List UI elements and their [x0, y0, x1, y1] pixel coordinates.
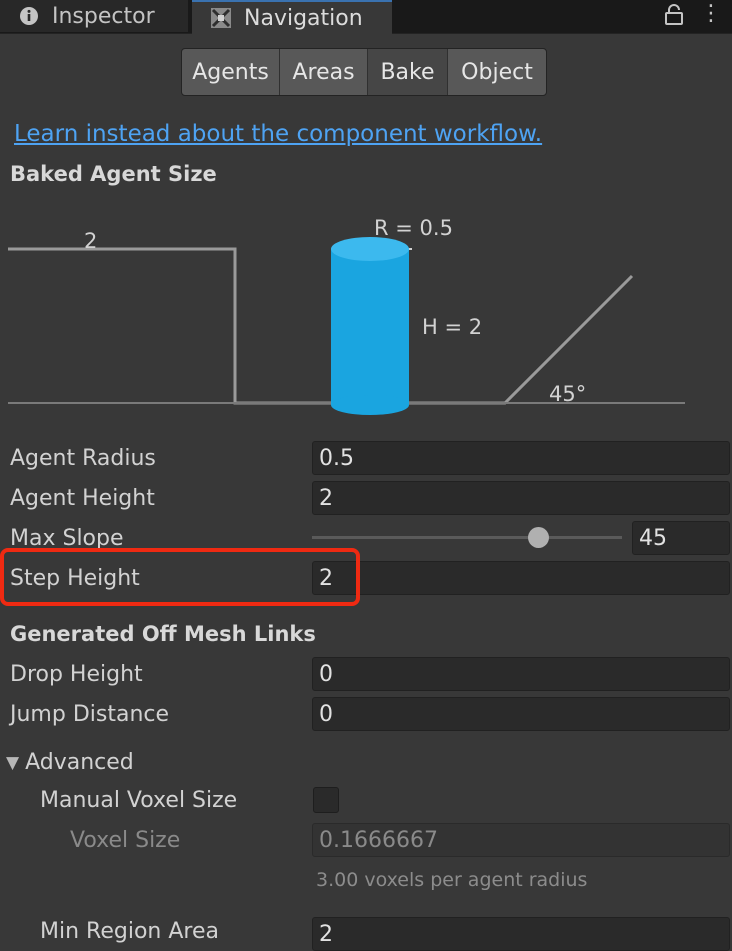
agent-size-diagram: 2 R = 0.5 H = 2 45° — [8, 216, 685, 415]
foldout-arrow-icon: ▼ — [6, 752, 20, 773]
max-slope-slider-thumb[interactable] — [528, 527, 549, 548]
step-size-label: 2 — [84, 229, 97, 253]
tab-object[interactable]: Object — [448, 49, 546, 95]
baked-agent-size-heading: Baked Agent Size — [10, 162, 217, 186]
advanced-label: Advanced — [25, 750, 134, 775]
manual-voxel-size-label: Manual Voxel Size — [40, 788, 238, 813]
agent-height-field[interactable]: 2 — [312, 481, 730, 515]
agent-radius-field[interactable]: 0.5 — [312, 441, 730, 475]
agent-radius-label: Agent Radius — [10, 446, 156, 471]
ground-profile — [8, 247, 634, 405]
min-region-area-field[interactable]: 2 — [312, 917, 730, 951]
voxel-hint: 3.00 voxels per agent radius — [316, 869, 588, 891]
tab-inspector[interactable]: Inspector — [0, 0, 188, 32]
lock-icon[interactable] — [664, 4, 684, 31]
advanced-foldout[interactable]: ▼ Advanced — [6, 750, 134, 775]
max-slope-slider-track[interactable] — [312, 536, 622, 539]
tab-bake[interactable]: Bake — [368, 49, 448, 95]
slope-label: 45° — [549, 382, 586, 406]
kebab-menu-icon[interactable]: ⋮ — [700, 1, 722, 26]
navigation-icon — [210, 7, 232, 29]
height-label: H = 2 — [422, 315, 482, 339]
manual-voxel-size-checkbox[interactable] — [313, 787, 339, 813]
max-slope-field[interactable]: 45 — [632, 521, 730, 555]
radius-label: R = 0.5 — [374, 216, 453, 240]
component-workflow-link[interactable]: Learn instead about the component workfl… — [14, 121, 542, 147]
tab-agents[interactable]: Agents — [182, 49, 280, 95]
jump-distance-label: Jump Distance — [10, 702, 170, 727]
drop-height-label: Drop Height — [10, 662, 143, 687]
agent-cylinder-body — [331, 249, 409, 405]
tab-areas[interactable]: Areas — [280, 49, 368, 95]
step-height-field[interactable]: 2 — [312, 561, 730, 595]
agent-height-label: Agent Height — [10, 486, 155, 511]
step-height-highlight — [0, 548, 360, 606]
tab-navigation[interactable]: Navigation — [192, 0, 392, 34]
tab-inspector-label: Inspector — [52, 3, 155, 29]
tab-navigation-label: Navigation — [244, 5, 363, 31]
tab-bar: Inspector Navigation ⋮ — [0, 0, 732, 34]
off-mesh-links-heading: Generated Off Mesh Links — [10, 622, 316, 646]
info-icon — [18, 5, 40, 27]
jump-distance-field[interactable]: 0 — [312, 697, 730, 731]
voxel-size-label: Voxel Size — [70, 828, 181, 853]
min-region-area-label: Min Region Area — [40, 919, 219, 944]
agent-cylinder-bottom — [331, 395, 409, 415]
agent-cylinder-top — [331, 237, 409, 261]
bake-tabs: Agents Areas Bake Object — [181, 48, 547, 96]
drop-height-field[interactable]: 0 — [312, 657, 730, 691]
voxel-size-field: 0.1666667 — [312, 823, 730, 857]
